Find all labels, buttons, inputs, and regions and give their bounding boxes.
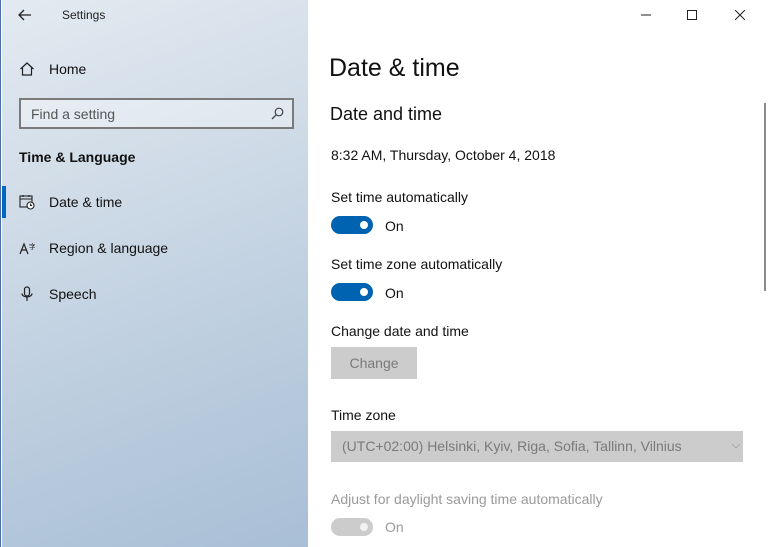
sidebar: Settings Home Time & Language Date & t [2, 0, 308, 547]
dst-auto-toggle[interactable] [331, 518, 373, 536]
svg-text:字: 字 [29, 242, 35, 251]
page-title: Date & time [329, 54, 460, 82]
sidebar-item-region-language[interactable]: 字 Region & language [2, 230, 308, 266]
sidebar-item-label: Region & language [49, 240, 169, 256]
time-zone-dropdown[interactable]: (UTC+02:00) Helsinki, Kyiv, Riga, Sofia,… [331, 431, 743, 462]
maximize-icon [687, 10, 697, 20]
nav-home-label: Home [49, 61, 87, 77]
change-datetime-label: Change date and time [331, 323, 469, 339]
toggle-knob [360, 221, 368, 229]
chevron-down-icon [731, 443, 741, 449]
section-heading: Time & Language [19, 149, 136, 165]
set-time-auto-label: Set time automatically [331, 189, 468, 205]
change-button[interactable]: Change [331, 347, 417, 379]
search-icon[interactable] [271, 107, 284, 120]
window-controls [619, 0, 768, 30]
nav-home[interactable]: Home [2, 54, 308, 84]
time-zone-label: Time zone [331, 407, 396, 423]
language-icon: 字 [19, 242, 35, 255]
sidebar-item-label: Speech [49, 286, 97, 302]
app-title: Settings [62, 8, 106, 22]
minimize-button[interactable] [623, 0, 669, 30]
set-tz-auto-state: On [385, 285, 404, 301]
toggle-knob [360, 288, 368, 296]
home-icon [20, 62, 34, 76]
sidebar-item-speech[interactable]: Speech [2, 276, 308, 312]
main-content: Date & time Date and time 8:32 AM, Thurs… [308, 0, 768, 547]
toggle-knob [360, 523, 368, 531]
current-datetime: 8:32 AM, Thursday, October 4, 2018 [331, 147, 556, 163]
dst-auto-state: On [385, 519, 404, 535]
calendar-clock-icon [19, 195, 35, 210]
set-tz-auto-toggle[interactable] [331, 283, 373, 301]
set-time-auto-toggle[interactable] [331, 216, 373, 234]
set-tz-auto-label: Set time zone automatically [331, 256, 503, 272]
close-button[interactable] [717, 0, 763, 30]
search-input[interactable] [21, 100, 292, 127]
settings-window: Settings Home Time & Language Date & t [0, 0, 768, 547]
back-arrow-icon [18, 9, 31, 21]
scrollbar[interactable] [764, 103, 766, 291]
back-button[interactable] [12, 4, 38, 26]
sidebar-item-date-time[interactable]: Date & time [2, 184, 308, 220]
time-zone-value: (UTC+02:00) Helsinki, Kyiv, Riga, Sofia,… [342, 438, 682, 454]
maximize-button[interactable] [669, 0, 715, 30]
minimize-icon [641, 14, 651, 16]
dst-auto-label: Adjust for daylight saving time automati… [331, 491, 603, 507]
title-bar: Settings [2, 0, 308, 30]
set-time-auto-state: On [385, 218, 404, 234]
microphone-icon [21, 286, 33, 301]
sidebar-item-label: Date & time [49, 194, 123, 210]
search-box[interactable] [19, 98, 294, 129]
section-title: Date and time [330, 104, 443, 124]
close-icon [735, 10, 745, 20]
